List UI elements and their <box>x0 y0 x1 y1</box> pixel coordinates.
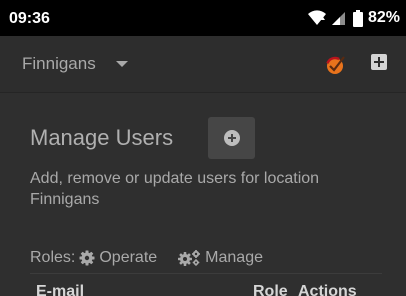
role-manage-label: Manage <box>205 249 263 266</box>
add-user-button[interactable] <box>208 117 255 159</box>
status-icons: 82% <box>307 8 400 28</box>
gear-icon <box>79 250 95 266</box>
dropdown-caret-icon <box>115 61 128 67</box>
page-description: Add, remove or update users for location… <box>30 170 320 208</box>
app-bar-divider <box>0 92 406 93</box>
role-operate-label: Operate <box>99 249 158 266</box>
column-header-email[interactable]: E-mail <box>36 282 84 296</box>
battery-icon <box>352 9 363 27</box>
page-title: Manage Users <box>30 125 174 150</box>
location-dropdown[interactable]: Finnigans <box>22 52 128 76</box>
gears-icon <box>178 250 201 266</box>
column-header-role[interactable]: Role <box>253 282 288 296</box>
location-dropdown-value: Finnigans <box>22 54 96 73</box>
app-screen: 09:36 82% Finnigans Manage Users Add, re… <box>0 0 406 296</box>
table-separator <box>30 273 382 274</box>
plus-circle-icon <box>224 130 240 146</box>
wifi-icon <box>307 10 326 25</box>
roles-legend: Roles: Operate Manage <box>30 247 263 269</box>
battery-percentage: 82% <box>367 9 400 26</box>
column-header-actions: Actions <box>298 283 357 296</box>
signal-icon <box>331 12 345 25</box>
add-square-icon[interactable] <box>371 54 387 70</box>
brand-logo-icon[interactable] <box>324 54 346 76</box>
status-time: 09:36 <box>9 10 50 27</box>
roles-label: Roles: <box>30 249 76 266</box>
app-bar: Finnigans <box>0 36 406 92</box>
status-bar: 09:36 82% <box>0 0 406 36</box>
